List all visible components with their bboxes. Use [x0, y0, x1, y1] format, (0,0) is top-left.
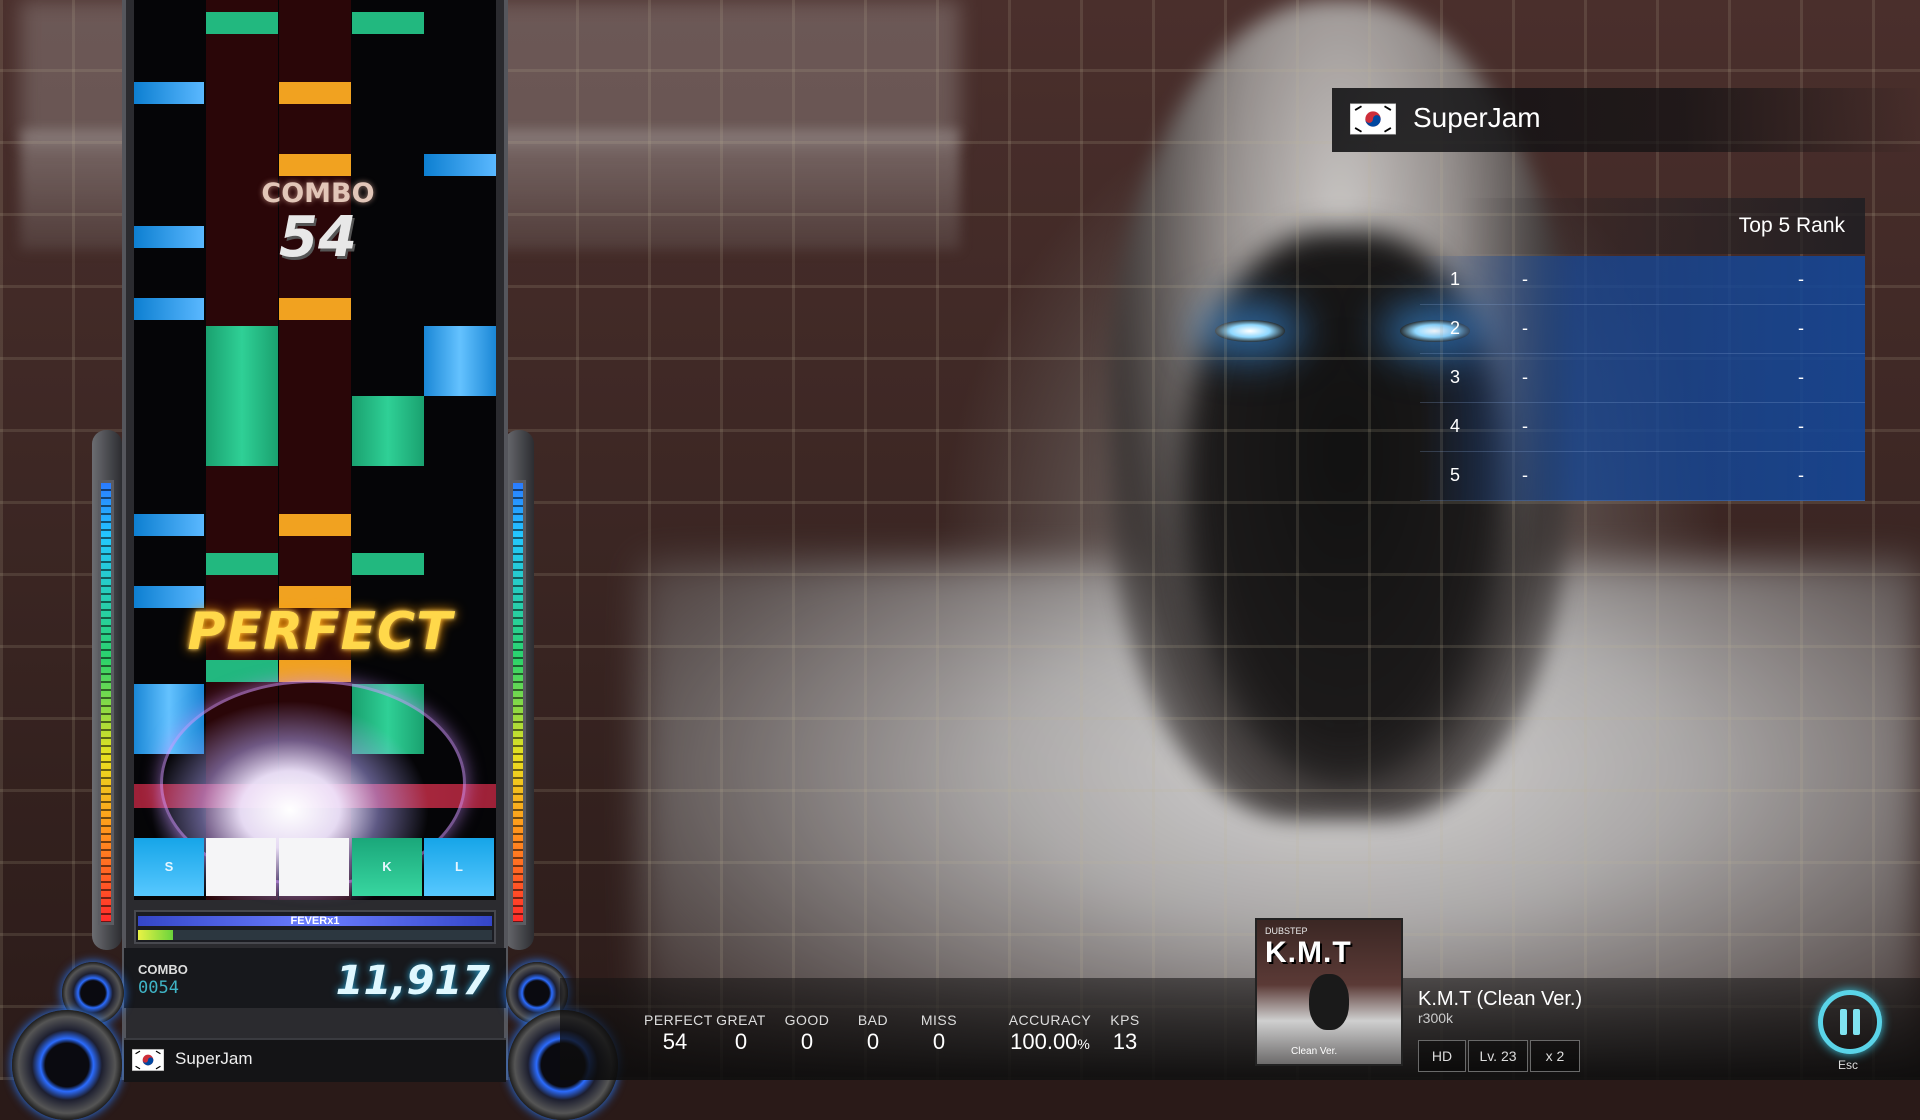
key-j[interactable] [279, 838, 349, 896]
album-art: DUBSTEP K.M.T Clean Ver. [1255, 918, 1403, 1066]
stat-great-value: 0 [734, 1029, 748, 1054]
ranking-title: Top 5 Rank [1738, 214, 1845, 237]
stat-good-label: GOOD [784, 1012, 830, 1028]
stat-bad-value: 0 [866, 1029, 880, 1054]
note [352, 12, 424, 34]
album-art-title: K.M.T [1265, 936, 1352, 969]
song-title: K.M.T (Clean Ver.) [1418, 988, 1583, 1010]
rank-position: 2 [1450, 318, 1461, 338]
stat-perfect-label: PERFECT [644, 1012, 713, 1028]
vu-meter-right [510, 480, 526, 925]
ranking-table: 1 - - 2 - - 3 - - 4 - - 5 - - [1420, 256, 1865, 501]
note [424, 154, 496, 176]
combo-counter: 54 [279, 205, 357, 270]
tag-hd: HD [1418, 1040, 1466, 1072]
album-art-figure [1309, 974, 1349, 1030]
stat-bad-label: BAD [857, 1012, 889, 1028]
rank-position: 3 [1450, 367, 1461, 387]
note [134, 514, 204, 536]
ranking-row: 5 - - [1420, 452, 1865, 501]
rank-position: 1 [1450, 269, 1461, 289]
ranking-header: Top 5 Rank [1460, 198, 1865, 254]
stat-accuracy-unit: % [1077, 1036, 1090, 1052]
rank-score: - [1798, 416, 1804, 436]
tag-level: Lv. 23 [1468, 1040, 1528, 1072]
pause-icon[interactable] [1818, 990, 1882, 1054]
ranking-row: 2 - - [1420, 305, 1865, 354]
speaker-icon [12, 1010, 122, 1120]
stat-perfect-value: 54 [662, 1029, 688, 1054]
stat-bad: BAD 0 [848, 1012, 898, 1055]
note [134, 82, 204, 104]
score-value: 11,917 [335, 958, 490, 1004]
stat-kps-label: KPS [1110, 1012, 1140, 1028]
note [279, 514, 351, 536]
note [279, 660, 351, 682]
stat-accuracy-label: ACCURACY [1008, 1012, 1092, 1028]
player-name-bottom: SuperJam [175, 1049, 253, 1068]
stat-perfect: PERFECT 54 [644, 1012, 713, 1055]
note [134, 226, 204, 248]
rank-score: - [1798, 318, 1804, 338]
ranking-row: 3 - - [1420, 354, 1865, 403]
long-note [206, 326, 278, 466]
rank-player: - [1522, 416, 1528, 436]
fever-gauge-fill [138, 930, 174, 940]
stat-accuracy-value: 100.00 [1010, 1029, 1078, 1054]
stat-miss: MISS 0 [914, 1012, 964, 1055]
stat-good: GOOD 0 [782, 1012, 832, 1055]
pause-hint: Esc [1838, 1058, 1859, 1072]
stat-great: GREAT 0 [716, 1012, 766, 1055]
south-korea-flag-icon [132, 1048, 164, 1072]
note [279, 154, 351, 176]
rank-score: - [1798, 269, 1804, 289]
note [134, 298, 204, 320]
note [206, 553, 278, 575]
south-korea-flag-icon [1350, 103, 1396, 135]
song-artist: r300k [1418, 1010, 1454, 1026]
judgement-text: PERFECT [187, 602, 453, 662]
key-d[interactable] [206, 838, 276, 896]
fever-gauge [138, 930, 492, 940]
note [279, 82, 351, 104]
score-combo-label: COMBO [138, 962, 188, 977]
note [352, 553, 424, 575]
rank-player: - [1522, 367, 1528, 387]
rank-position: 5 [1450, 465, 1461, 485]
tag-speed: x 2 [1530, 1040, 1580, 1072]
score-combo-value: 0054 [138, 978, 179, 998]
key-s[interactable]: S [134, 838, 204, 896]
stat-kps-value: 13 [1112, 1029, 1138, 1054]
stat-good-value: 0 [800, 1029, 814, 1054]
ranking-row: 1 - - [1420, 256, 1865, 305]
stat-great-label: GREAT [716, 1012, 766, 1028]
fever-label: FEVERx1 [290, 915, 340, 927]
stat-kps: KPS 13 [1106, 1012, 1144, 1055]
ranking-row: 4 - - [1420, 403, 1865, 452]
rank-position: 4 [1450, 416, 1461, 436]
long-note [352, 396, 424, 466]
stat-accuracy: ACCURACY 100.00% [1004, 1012, 1096, 1055]
long-note [424, 326, 496, 396]
rank-score: - [1798, 465, 1804, 485]
stat-miss-label: MISS [920, 1012, 958, 1028]
stat-miss-value: 0 [932, 1029, 946, 1054]
fever-bar: FEVERx1 [134, 910, 496, 944]
key-l[interactable]: L [424, 838, 494, 896]
fever-fill: FEVERx1 [138, 915, 492, 927]
note [206, 660, 278, 682]
rank-player: - [1522, 269, 1528, 289]
rank-player: - [1522, 465, 1528, 485]
note [279, 298, 351, 320]
album-art-subtitle: Clean Ver. [1291, 1046, 1338, 1057]
key-k[interactable]: K [352, 838, 422, 896]
rank-player: - [1522, 318, 1528, 338]
note [206, 12, 278, 34]
vu-meter-left [98, 480, 114, 925]
album-art-top-text: DUBSTEP [1265, 926, 1308, 936]
rank-score: - [1798, 367, 1804, 387]
player-name: SuperJam [1413, 102, 1541, 133]
